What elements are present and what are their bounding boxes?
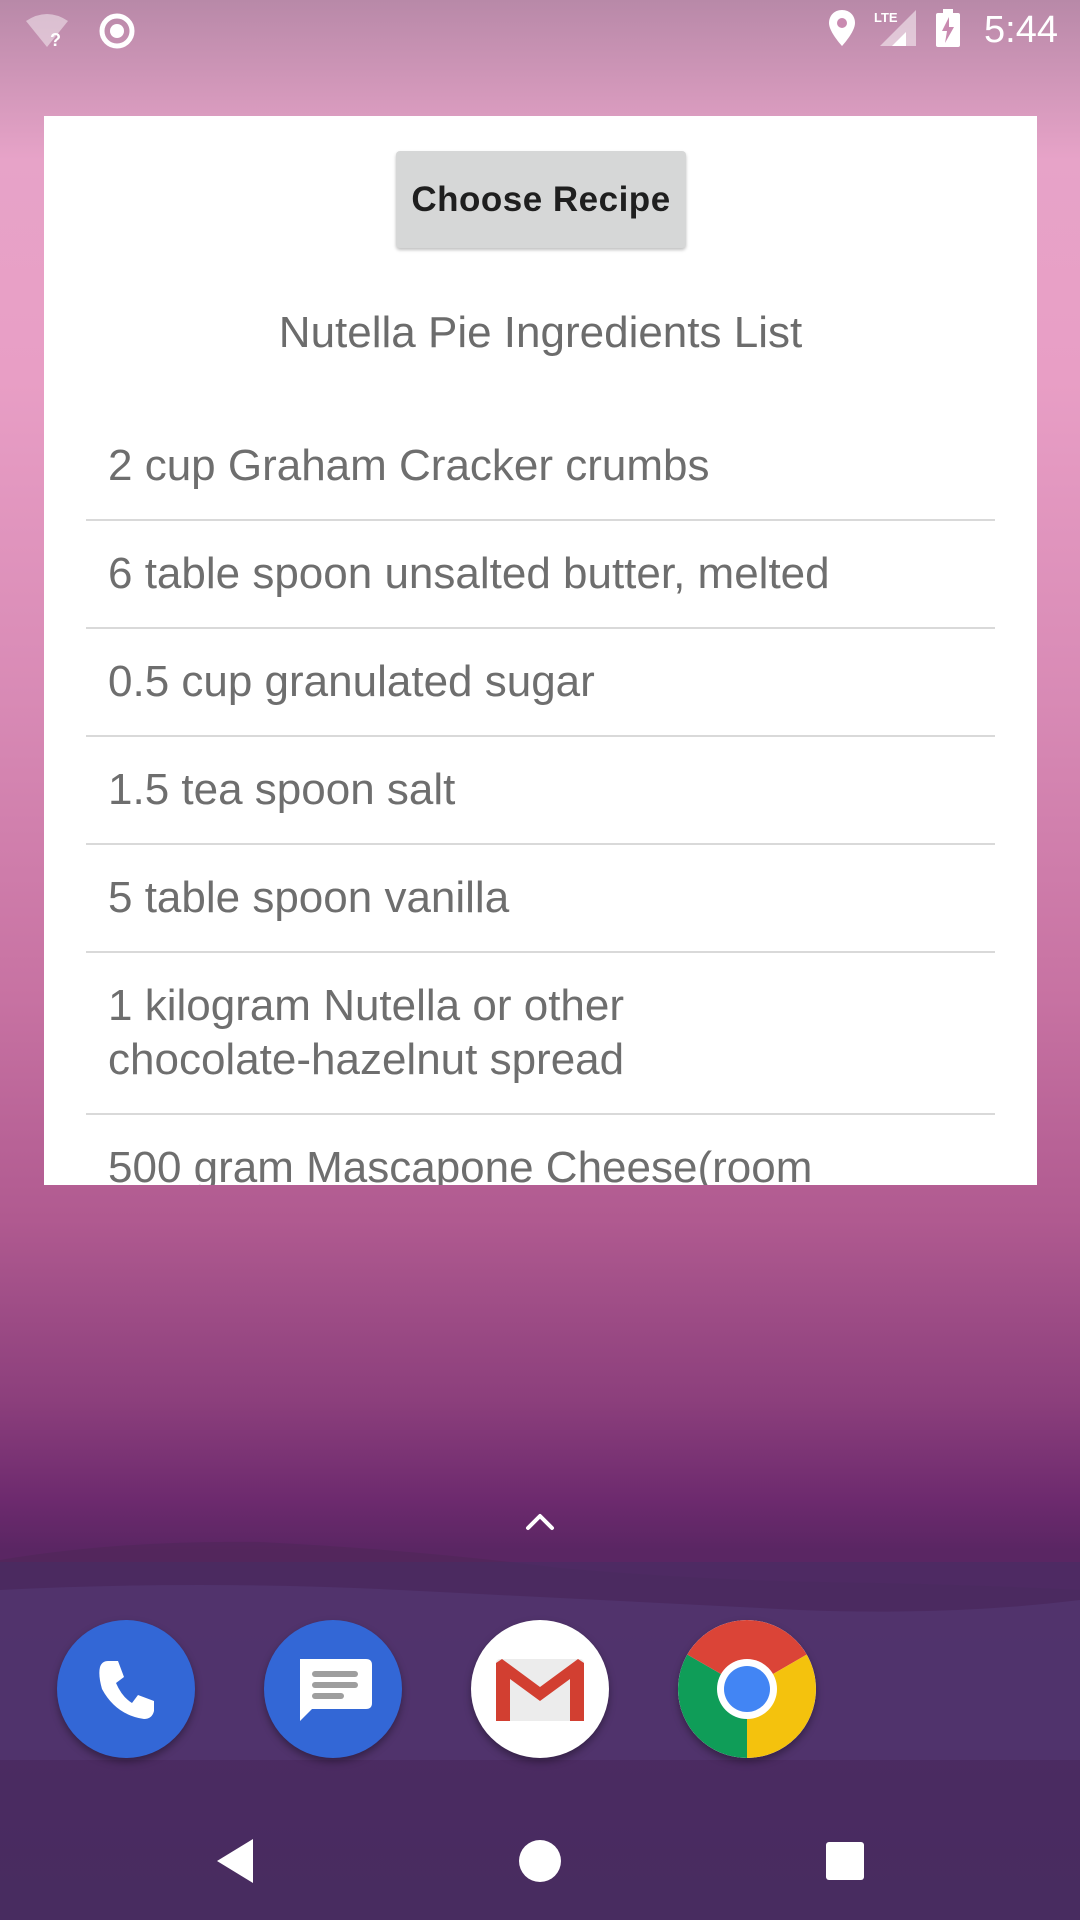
messages-icon: [300, 1659, 372, 1721]
location-icon: [828, 9, 856, 52]
list-item[interactable]: 1.5 tea spoon salt: [86, 737, 995, 845]
ingredients-list-title: Nutella Pie Ingredients List: [278, 308, 803, 357]
home-icon: [519, 1840, 561, 1882]
ingredients-list[interactable]: 2 cup Graham Cracker crumbs 6 table spoo…: [86, 413, 995, 1185]
lte-signal-icon: LTE: [874, 8, 918, 53]
recents-button[interactable]: [810, 1826, 880, 1896]
chrome-app[interactable]: [678, 1620, 816, 1758]
gmail-app[interactable]: [471, 1620, 609, 1758]
list-item[interactable]: 1 kilogram Nutella or other chocolate-ha…: [86, 953, 995, 1115]
list-item[interactable]: 500 gram Mascapone Cheese(room: [86, 1115, 995, 1185]
chrome-icon: [678, 1620, 816, 1758]
phone-icon: [99, 1661, 154, 1719]
svg-text:?: ?: [50, 30, 61, 49]
back-button[interactable]: [200, 1826, 270, 1896]
list-item[interactable]: 5 table spoon vanilla: [86, 845, 995, 953]
chevron-up-icon: [526, 1514, 554, 1530]
clock: 5:44: [984, 9, 1058, 51]
back-icon: [217, 1839, 253, 1883]
list-item[interactable]: 2 cup Graham Cracker crumbs: [86, 413, 995, 521]
battery-charging-icon: [936, 9, 961, 52]
recents-icon: [826, 1842, 864, 1880]
svg-text:LTE: LTE: [874, 10, 898, 25]
gmail-icon: [496, 1659, 584, 1721]
phone-app[interactable]: [57, 1620, 195, 1758]
navigation-bar: [0, 1800, 1080, 1920]
messages-app[interactable]: [264, 1620, 402, 1758]
wifi-unknown-icon: ?: [24, 13, 70, 54]
recipe-widget: Choose Recipe Nutella Pie Ingredients Li…: [44, 116, 1037, 1185]
choose-recipe-button[interactable]: Choose Recipe: [396, 151, 686, 248]
status-bar: ? LTE 5:44: [0, 0, 1080, 64]
app-drawer-handle[interactable]: [520, 1500, 560, 1540]
home-button[interactable]: [505, 1826, 575, 1896]
list-item[interactable]: 6 table spoon unsalted butter, melted: [86, 521, 995, 629]
sync-icon: [98, 12, 136, 55]
list-item[interactable]: 0.5 cup granulated sugar: [86, 629, 995, 737]
